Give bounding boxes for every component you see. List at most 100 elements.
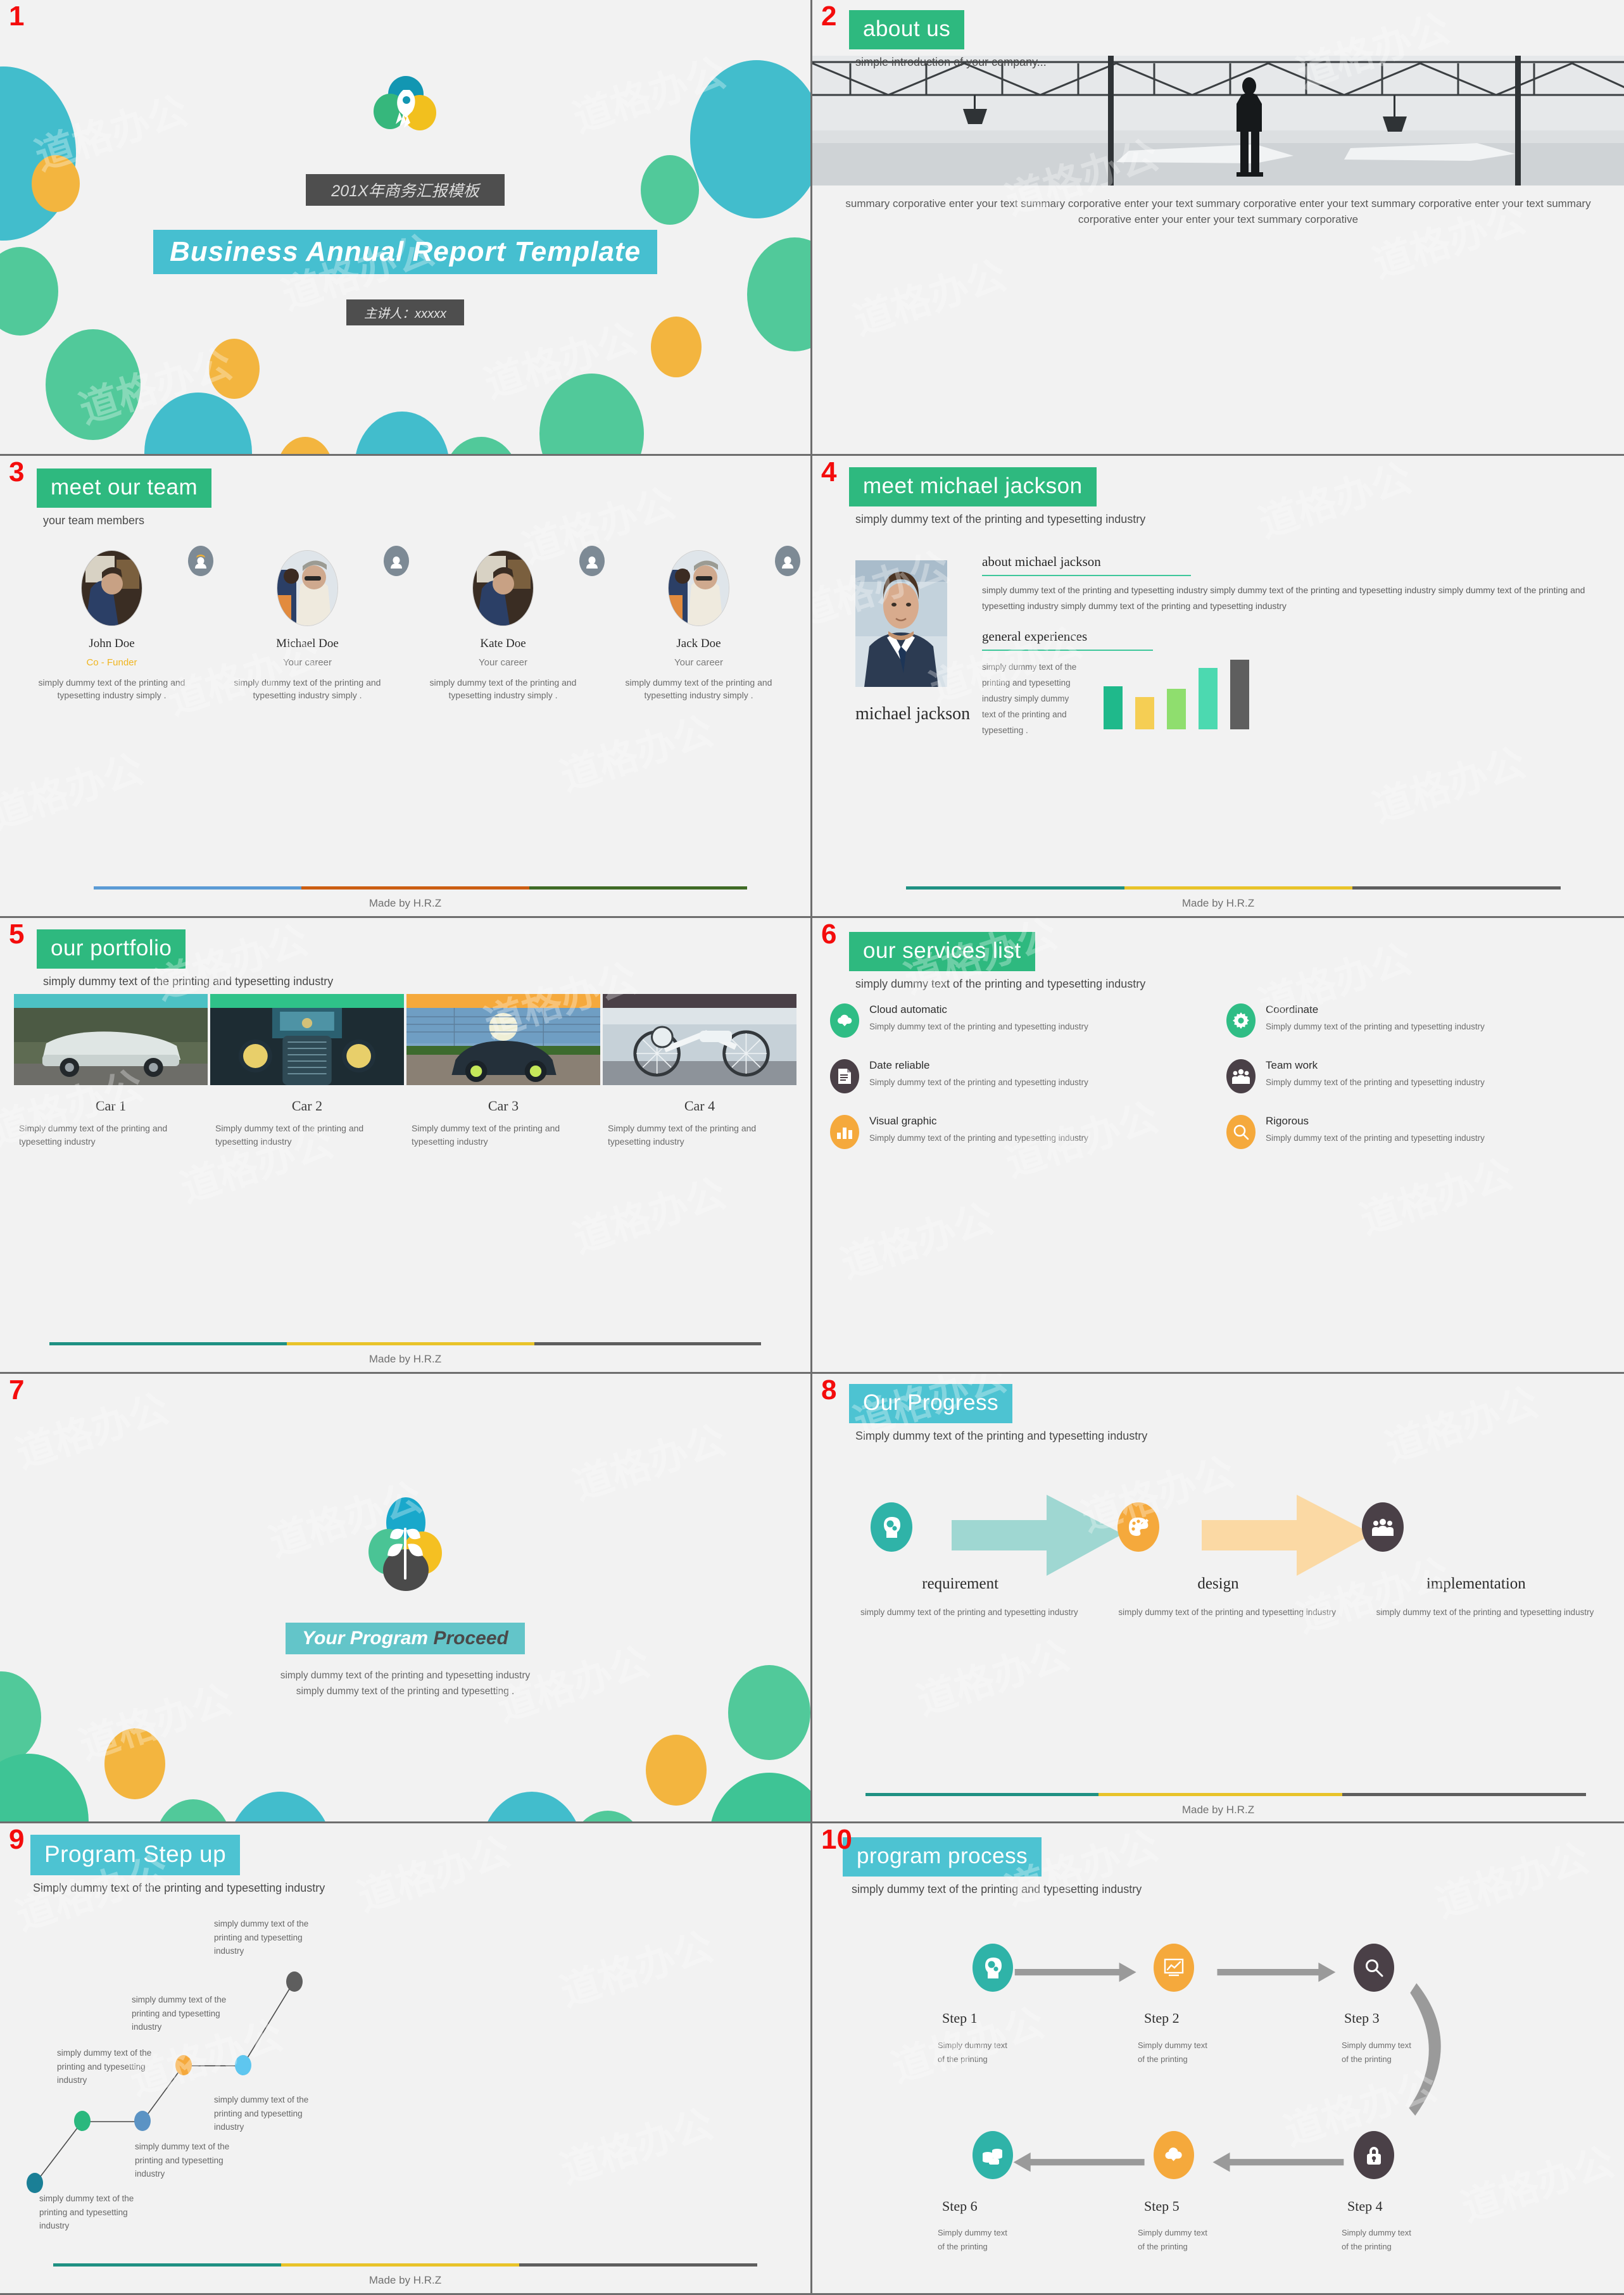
cloud-download-icon[interactable] — [1154, 2131, 1194, 2179]
card-title: Car 1 — [95, 1098, 127, 1114]
portfolio-card[interactable]: Car 2 Simply dummy text of the printing … — [210, 994, 404, 1148]
cover-chinese-title: 201X年商务汇报模板 — [306, 174, 505, 206]
service-item[interactable]: Team work Simply dummy text of the print… — [1226, 1059, 1606, 1093]
slide-subhead: Simply dummy text of the printing and ty… — [855, 1430, 1148, 1442]
footer-credit: Made by H.R.Z — [368, 2274, 442, 2286]
chart-node[interactable] — [286, 1971, 303, 1992]
progress-step[interactable]: implementation simply dummy text of the … — [1347, 1575, 1605, 1619]
chart-node[interactable] — [175, 2055, 192, 2075]
team-member-card[interactable]: Kate Doe Your career simply dummy text o… — [405, 546, 605, 702]
card-title: Car 2 — [291, 1098, 323, 1114]
service-description: Simply dummy text of the printing and ty… — [869, 1022, 1088, 1031]
team-member-list: John Doe Co - Funder simply dummy text o… — [14, 546, 800, 702]
service-description: Simply dummy text of the printing and ty… — [869, 1078, 1088, 1087]
service-title: Rigorous — [1266, 1115, 1309, 1127]
portfolio-card[interactable]: Car 3 Simply dummy text of the printing … — [406, 994, 600, 1148]
program-title-banner: Your Program Proceed — [0, 1623, 810, 1654]
step-description: simply dummy text of the printing and ty… — [1118, 1607, 1336, 1617]
chart-node[interactable] — [27, 2173, 43, 2193]
portfolio-card[interactable]: Car 4 Simply dummy text of the printing … — [603, 994, 796, 1148]
progress-step-labels: requirement simply dummy text of the pri… — [831, 1575, 1605, 1619]
footer-progress-bar — [49, 1342, 762, 1345]
chart-node-label: simply dummy text of the printing and ty… — [214, 2095, 309, 2132]
sprout-logo — [367, 1497, 443, 1592]
service-item[interactable]: Cloud automatic Simply dummy text of the… — [830, 1003, 1210, 1038]
team-member-card[interactable]: John Doe Co - Funder simply dummy text o… — [14, 546, 213, 702]
slide-10-program-process: 10 program process simply dummy text of … — [812, 1823, 1624, 2295]
card-description: Simply dummy text of the printing and ty… — [215, 1123, 364, 1147]
slide-banner-title: program process — [843, 1837, 1042, 1877]
rocket-icon — [396, 90, 415, 128]
progress-flow: requirement simply dummy text of the pri… — [831, 1485, 1605, 1619]
step-description: Simply dummy text of the printing — [1138, 2228, 1207, 2252]
rocket-logo — [370, 76, 440, 136]
slide-number: 1 — [9, 1, 25, 32]
portfolio-card[interactable]: Car 1 Simply dummy text of the printing … — [14, 994, 208, 1148]
slide-banner-title: Our Progress — [849, 1384, 1013, 1423]
about-us-body: summary corporative enter your text summ… — [845, 198, 1591, 225]
chart-node[interactable] — [235, 2055, 251, 2075]
step-description: Simply dummy text of the printing — [1342, 2228, 1411, 2252]
step-title: Step 3 — [1344, 2010, 1380, 2026]
card-color-cap — [406, 994, 600, 1008]
step-up-line-chart: simply dummy text of the printing and ty… — [0, 1899, 810, 2255]
step-title: Step 5 — [1144, 2198, 1180, 2214]
slide-number: 8 — [821, 1374, 837, 1405]
service-item[interactable]: Coordinate Simply dummy text of the prin… — [1226, 1003, 1606, 1038]
person-name: michael jackson — [855, 704, 971, 724]
chart-node[interactable] — [74, 2111, 91, 2131]
cover-chinese-title-banner: 201X年商务汇报模板 — [0, 174, 810, 206]
magnifier-icon[interactable] — [1354, 1944, 1394, 1992]
slide-1-cover: 1 201X年商务汇报模板 Business Annual Report Tem… — [0, 0, 812, 456]
line-chart-icon[interactable] — [1154, 1944, 1194, 1992]
coins-stack-icon[interactable] — [973, 2131, 1013, 2179]
step-title: Step 2 — [1144, 2010, 1180, 2026]
footer-progress-bar — [94, 886, 747, 890]
footer-credit: Made by H.R.Z — [368, 1353, 442, 1365]
service-item[interactable]: Rigorous Simply dummy text of the printi… — [1226, 1115, 1606, 1149]
gear-icon — [1226, 1003, 1256, 1038]
cloud-download-icon — [830, 1003, 859, 1038]
team-member-card[interactable]: Michael Doe Your career simply dummy tex… — [210, 546, 409, 702]
avatar — [277, 551, 337, 626]
footer-progress-bar — [866, 1793, 1586, 1796]
avatar — [669, 551, 729, 626]
member-role: Your career — [674, 657, 723, 668]
about-us-photo — [812, 56, 1624, 185]
lock-icon[interactable] — [1354, 2131, 1394, 2179]
step-description: Simply dummy text of the printing — [938, 2228, 1007, 2252]
footer-credit: Made by H.R.Z — [1181, 1804, 1255, 1816]
step-description: simply dummy text of the printing and ty… — [1376, 1607, 1594, 1617]
step-description: simply dummy text of the printing and ty… — [860, 1607, 1078, 1617]
portfolio-image — [14, 1008, 208, 1085]
portfolio-image — [406, 1008, 600, 1085]
slide-number: 9 — [9, 1824, 25, 1855]
service-title: Team work — [1266, 1059, 1318, 1071]
progress-step[interactable]: requirement simply dummy text of the pri… — [831, 1575, 1089, 1619]
service-item[interactable]: Date reliable Simply dummy text of the p… — [830, 1059, 1210, 1093]
service-description: Simply dummy text of the printing and ty… — [1266, 1078, 1485, 1087]
step-description: Simply dummy text of the printing — [1138, 2040, 1207, 2065]
service-title: Date reliable — [869, 1059, 930, 1071]
slide-9-program-step-up: 9 Program Step up Simply dummy text of t… — [0, 1823, 812, 2295]
step-title: Step 1 — [942, 2010, 978, 2026]
card-color-cap — [603, 994, 796, 1008]
program-sub-line-2: simply dummy text of the printing and ty… — [296, 1685, 515, 1697]
head-gears-icon[interactable] — [973, 1944, 1013, 1992]
team-member-card[interactable]: Jack Doe Your career simply dummy text o… — [601, 546, 800, 702]
portfolio-image — [210, 1008, 404, 1085]
slide-number: 6 — [821, 919, 837, 950]
service-item[interactable]: Visual graphic Simply dummy text of the … — [830, 1115, 1210, 1149]
head-gears-icon — [871, 1502, 912, 1552]
slide-banner-title: meet our team — [37, 468, 212, 508]
slide-banner-title: about us — [849, 10, 965, 49]
slide-number: 4 — [821, 456, 837, 487]
chart-node-label: simply dummy text of the printing and ty… — [39, 2194, 134, 2231]
magnifier-icon — [1226, 1115, 1256, 1149]
avatar — [82, 551, 142, 626]
slide-deck: 1 201X年商务汇报模板 Business Annual Report Tem… — [0, 0, 1624, 2295]
progress-step[interactable]: design simply dummy text of the printing… — [1089, 1575, 1347, 1619]
program-title-dark: Proceed — [433, 1628, 508, 1649]
slide-subhead: simply dummy text of the printing and ty… — [852, 1883, 1142, 1896]
chart-node[interactable] — [134, 2111, 151, 2131]
